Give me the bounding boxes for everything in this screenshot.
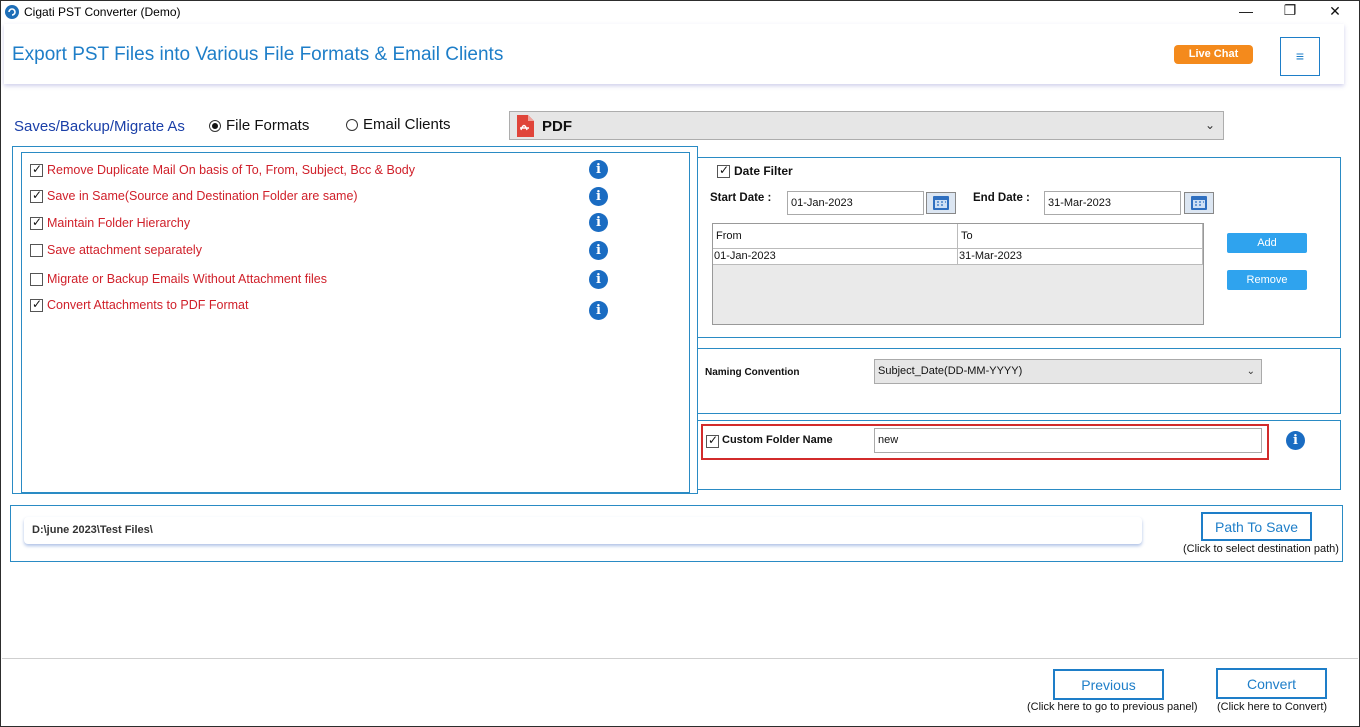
- option-checkbox[interactable]: [30, 244, 43, 257]
- chevron-down-icon: ⌄: [1204, 118, 1215, 132]
- close-button[interactable]: ✕: [1325, 3, 1345, 20]
- remove-button[interactable]: Remove: [1227, 270, 1307, 290]
- custom-folder-checkbox[interactable]: [706, 433, 719, 448]
- convert-hint: (Click here to Convert): [1217, 701, 1328, 713]
- convert-button[interactable]: Convert: [1216, 668, 1327, 699]
- option-checkbox[interactable]: [30, 188, 43, 203]
- chevron-down-icon: ⌄: [1246, 366, 1255, 377]
- format-dropdown[interactable]: PDF ⌄: [509, 111, 1224, 140]
- option-label: Save in Same(Source and Destination Fold…: [47, 189, 358, 203]
- window-title: Cigati PST Converter (Demo): [24, 5, 181, 19]
- calendar-icon: [933, 196, 949, 210]
- start-calendar-button[interactable]: [926, 192, 956, 214]
- option-label: Remove Duplicate Mail On basis of To, Fr…: [47, 163, 415, 177]
- naming-convention-value: Subject_Date(DD-MM-YYYY): [878, 365, 1023, 377]
- table-cell-to[interactable]: 31-Mar-2023: [958, 249, 1203, 265]
- option-label: Convert Attachments to PDF Format: [47, 298, 249, 312]
- info-icon[interactable]: i: [589, 187, 608, 206]
- start-date-label: Start Date :: [710, 192, 772, 204]
- info-icon[interactable]: i: [589, 160, 608, 179]
- table-header-from: From: [713, 224, 958, 249]
- add-button[interactable]: Add: [1227, 233, 1307, 253]
- menu-button[interactable]: ≡: [1280, 37, 1320, 76]
- end-date-label: End Date :: [973, 192, 1030, 204]
- naming-convention-dropdown[interactable]: Subject_Date(DD-MM-YYYY) ⌄: [874, 359, 1262, 384]
- info-icon[interactable]: i: [589, 301, 608, 320]
- path-hint: (Click to select destination path): [1183, 543, 1339, 555]
- menu-icon: ≡: [1295, 48, 1305, 64]
- naming-convention-label: Naming Convention: [705, 367, 800, 378]
- date-filter-label: Date Filter: [734, 164, 793, 178]
- file-formats-radio[interactable]: [209, 120, 221, 132]
- info-icon[interactable]: i: [1286, 431, 1305, 450]
- email-clients-radio[interactable]: [346, 119, 358, 131]
- email-clients-label[interactable]: Email Clients: [363, 116, 451, 133]
- start-date-input[interactable]: 01-Jan-2023: [787, 191, 924, 215]
- previous-hint: (Click here to go to previous panel): [1027, 701, 1198, 713]
- date-filter-checkbox[interactable]: [717, 163, 730, 178]
- option-checkbox[interactable]: [30, 297, 43, 312]
- maximize-button[interactable]: ❐: [1280, 2, 1300, 19]
- option-label: Save attachment separately: [47, 243, 202, 257]
- info-icon[interactable]: i: [589, 213, 608, 232]
- format-selected-value: PDF: [542, 118, 572, 135]
- date-range-table: From To 01-Jan-2023 31-Mar-2023: [712, 223, 1204, 325]
- page-title: Export PST Files into Various File Forma…: [12, 44, 504, 65]
- app-logo-icon: [5, 5, 19, 19]
- calendar-icon: [1191, 196, 1207, 210]
- custom-folder-input[interactable]: new: [874, 428, 1262, 453]
- saves-label: Saves/Backup/Migrate As: [14, 118, 185, 135]
- option-checkbox[interactable]: [30, 273, 43, 286]
- footer-divider: [2, 658, 1358, 659]
- previous-button[interactable]: Previous: [1053, 669, 1164, 700]
- info-icon[interactable]: i: [589, 241, 608, 260]
- option-checkbox[interactable]: [30, 215, 43, 230]
- destination-path: D:\june 2023\Test Files\: [24, 517, 1142, 544]
- option-label: Maintain Folder Hierarchy: [47, 216, 191, 230]
- end-calendar-button[interactable]: [1184, 192, 1214, 214]
- option-checkbox[interactable]: [30, 162, 43, 177]
- path-to-save-button[interactable]: Path To Save: [1201, 512, 1312, 541]
- pdf-file-icon: [516, 115, 534, 137]
- table-cell-from[interactable]: 01-Jan-2023: [713, 249, 958, 265]
- options-panel: [21, 152, 690, 493]
- file-formats-label[interactable]: File Formats: [226, 117, 309, 134]
- table-header-to: To: [958, 224, 1203, 249]
- custom-folder-label: Custom Folder Name: [722, 434, 833, 446]
- live-chat-button[interactable]: Live Chat: [1174, 45, 1253, 64]
- info-icon[interactable]: i: [589, 270, 608, 289]
- option-label: Migrate or Backup Emails Without Attachm…: [47, 272, 327, 286]
- minimize-button[interactable]: —: [1236, 3, 1256, 19]
- end-date-input[interactable]: 31-Mar-2023: [1044, 191, 1181, 215]
